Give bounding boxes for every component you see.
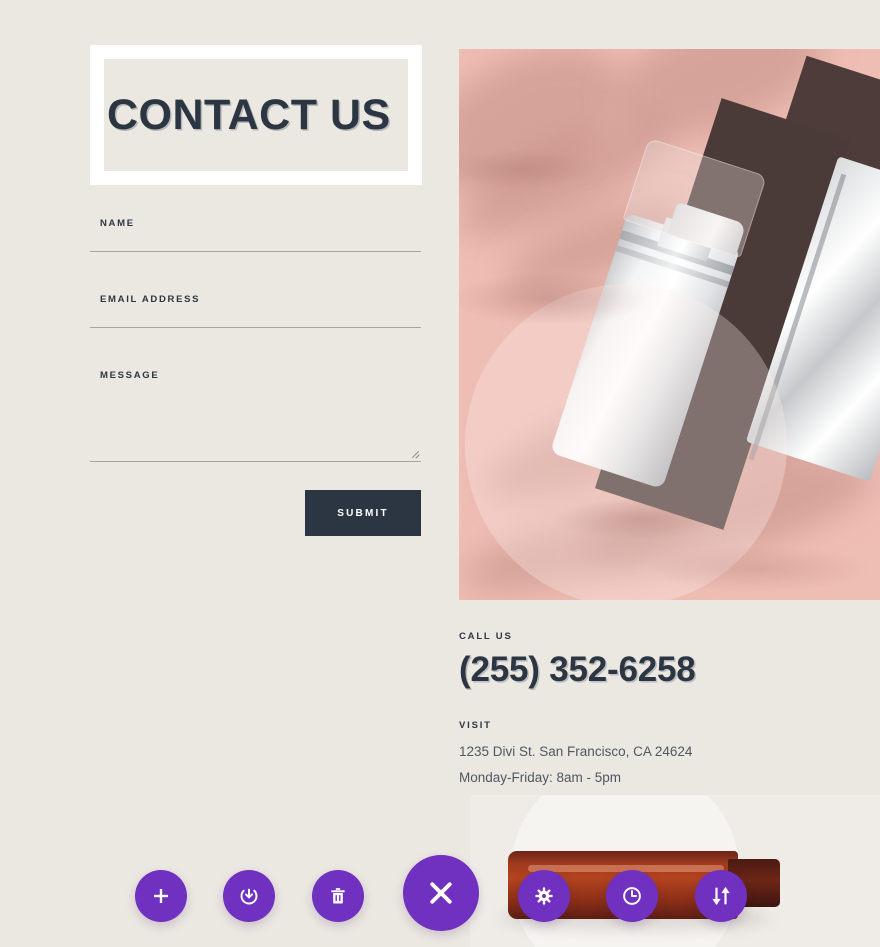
gear-icon	[534, 886, 554, 906]
floating-action-bar	[0, 855, 880, 947]
sort-arrows-icon	[711, 885, 731, 907]
settings-button[interactable]	[518, 870, 570, 922]
sort-button[interactable]	[695, 870, 747, 922]
clock-button[interactable]	[606, 870, 658, 922]
page-title-frame: CONTACT US	[90, 45, 422, 185]
contact-form: NAME EMAIL ADDRESS MESSAGE SUBMIT	[90, 218, 421, 536]
clock-icon	[621, 885, 643, 907]
name-input[interactable]	[90, 231, 421, 251]
close-button[interactable]	[403, 855, 479, 931]
page-title: CONTACT US	[107, 90, 391, 139]
submit-row: SUBMIT	[90, 490, 421, 536]
email-field-group: EMAIL ADDRESS	[90, 294, 421, 328]
visit-block: VISIT 1235 Divi St. San Francisco, CA 24…	[459, 720, 880, 789]
call-us-block: CALL US (255) 352-6258	[459, 631, 880, 690]
hero-photo-alt: White pump bottle on pink background wit…	[459, 49, 460, 50]
contact-info-column: White pump bottle on pink background wit…	[459, 49, 880, 789]
plus-icon	[152, 887, 170, 905]
hours-line: Monday-Friday: 8am - 5pm	[459, 770, 622, 786]
submit-button[interactable]: SUBMIT	[305, 490, 421, 536]
hero-product-photo: White pump bottle on pink background wit…	[459, 49, 880, 600]
name-field-label: NAME	[100, 218, 135, 229]
message-field-group: MESSAGE	[90, 370, 421, 462]
page-title-inner: CONTACT US	[104, 59, 408, 171]
call-us-label: CALL US	[459, 631, 513, 642]
contact-page: CONTACT US NAME EMAIL ADDRESS MESSAGE SU…	[0, 0, 880, 947]
power-icon	[238, 885, 260, 907]
name-field-group: NAME	[90, 218, 421, 252]
delete-button[interactable]	[312, 870, 364, 922]
bottom-photo-alt: Amber glass bottle lying horizontally on…	[470, 795, 471, 796]
phone-number[interactable]: (255) 352-6258	[459, 650, 880, 690]
email-field-label: EMAIL ADDRESS	[100, 294, 201, 305]
message-input[interactable]	[90, 383, 421, 461]
trash-icon	[328, 886, 348, 906]
power-button[interactable]	[223, 870, 275, 922]
translucent-circle-overlay	[465, 284, 787, 600]
close-icon	[426, 878, 456, 908]
contact-form-column: CONTACT US NAME EMAIL ADDRESS MESSAGE SU…	[90, 45, 422, 536]
add-button[interactable]	[135, 870, 187, 922]
email-input[interactable]	[90, 307, 421, 327]
address-line: 1235 Divi St. San Francisco, CA 24624	[459, 744, 693, 759]
message-field-label: MESSAGE	[100, 370, 160, 381]
visit-label: VISIT	[459, 720, 492, 731]
